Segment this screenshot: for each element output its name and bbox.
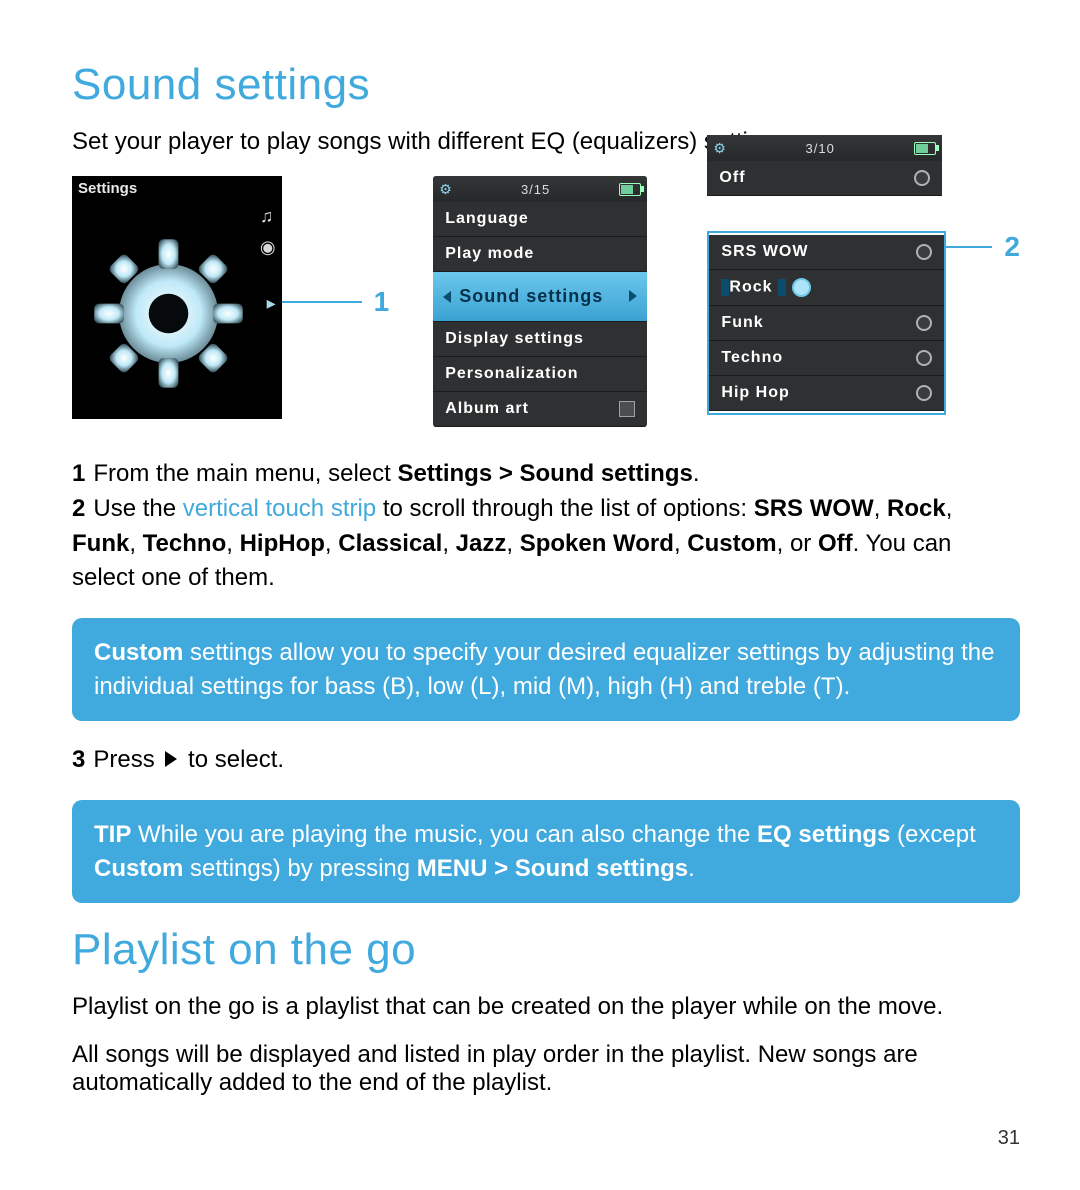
page-number: 31 [72,1127,1020,1150]
gear-icon [86,231,251,396]
eq-row: SRS WOW [709,235,944,270]
chevron-right-icon [778,279,786,296]
gear-status-icon: ⚙ [439,181,452,198]
settings-row-selected: Sound settings [433,272,647,322]
settings-row: Album art [433,392,647,427]
gear-selected-arrow-icon: ▸ [267,293,276,314]
settings-selected-label: Sound settings [459,286,603,306]
step-1: 1From the main menu, select Settings > S… [72,457,1020,492]
radio-selected-icon [792,278,811,297]
callout-1: 1 [282,286,390,318]
device-header-settings: Settings [78,180,137,197]
step-3: 3Press to select. [72,743,1020,778]
device-screen-main-menu: Settings ♫ ◉ ▸ [72,176,282,419]
gear-status-icon: ⚙ [713,140,726,157]
radio-icon [916,350,932,366]
play-right-icon [165,751,177,767]
battery-icon [914,142,936,155]
settings-row: Display settings [433,322,647,357]
section-heading-sound: Sound settings [72,60,1020,110]
battery-icon [619,183,641,196]
callout-2-box: SRS WOW Rock Funk Techno Hip Hop [707,231,946,415]
section-heading-playlist: Playlist on the go [72,925,1020,975]
chevron-right-icon [629,290,637,302]
camera-icon: ◉ [260,237,276,258]
instruction-steps: 1From the main menu, select Settings > S… [72,457,1020,596]
checkbox-icon [619,401,635,417]
device-side-icons: ♫ ◉ [260,206,276,258]
settings-row: Personalization [433,357,647,392]
eq-row: Techno [709,341,944,376]
callout-2: 2 [946,231,1020,263]
settings-counter: 3/15 [521,182,550,197]
radio-icon [916,315,932,331]
settings-row: Play mode [433,237,647,272]
device-screen-eq-list: ⚙ 3/10 Off [707,135,942,196]
tip-box: TIP While you are playing the music, you… [72,800,1020,903]
eq-row: Off [707,161,942,196]
vertical-touch-strip-link[interactable]: vertical touch strip [183,495,376,522]
playlist-para-1: Playlist on the go is a playlist that ca… [72,993,1020,1021]
eq-counter: 3/10 [806,141,835,156]
radio-icon [916,385,932,401]
chevron-left-icon [443,291,451,303]
radio-icon [914,170,930,186]
eq-row: Funk [709,306,944,341]
custom-info-box: Custom settings allow you to specify you… [72,618,1020,721]
radio-icon [916,244,932,260]
settings-row: Language [433,202,647,237]
music-note-icon: ♫ [260,206,276,227]
playlist-para-2: All songs will be displayed and listed i… [72,1041,1020,1097]
eq-row: Hip Hop [709,376,944,411]
step-2: 2Use the vertical touch strip to scroll … [72,492,1020,596]
device-screen-settings-list: ⚙ 3/15 Language Play mode Sound settings… [433,176,647,427]
eq-row-selected: Rock [709,270,944,306]
